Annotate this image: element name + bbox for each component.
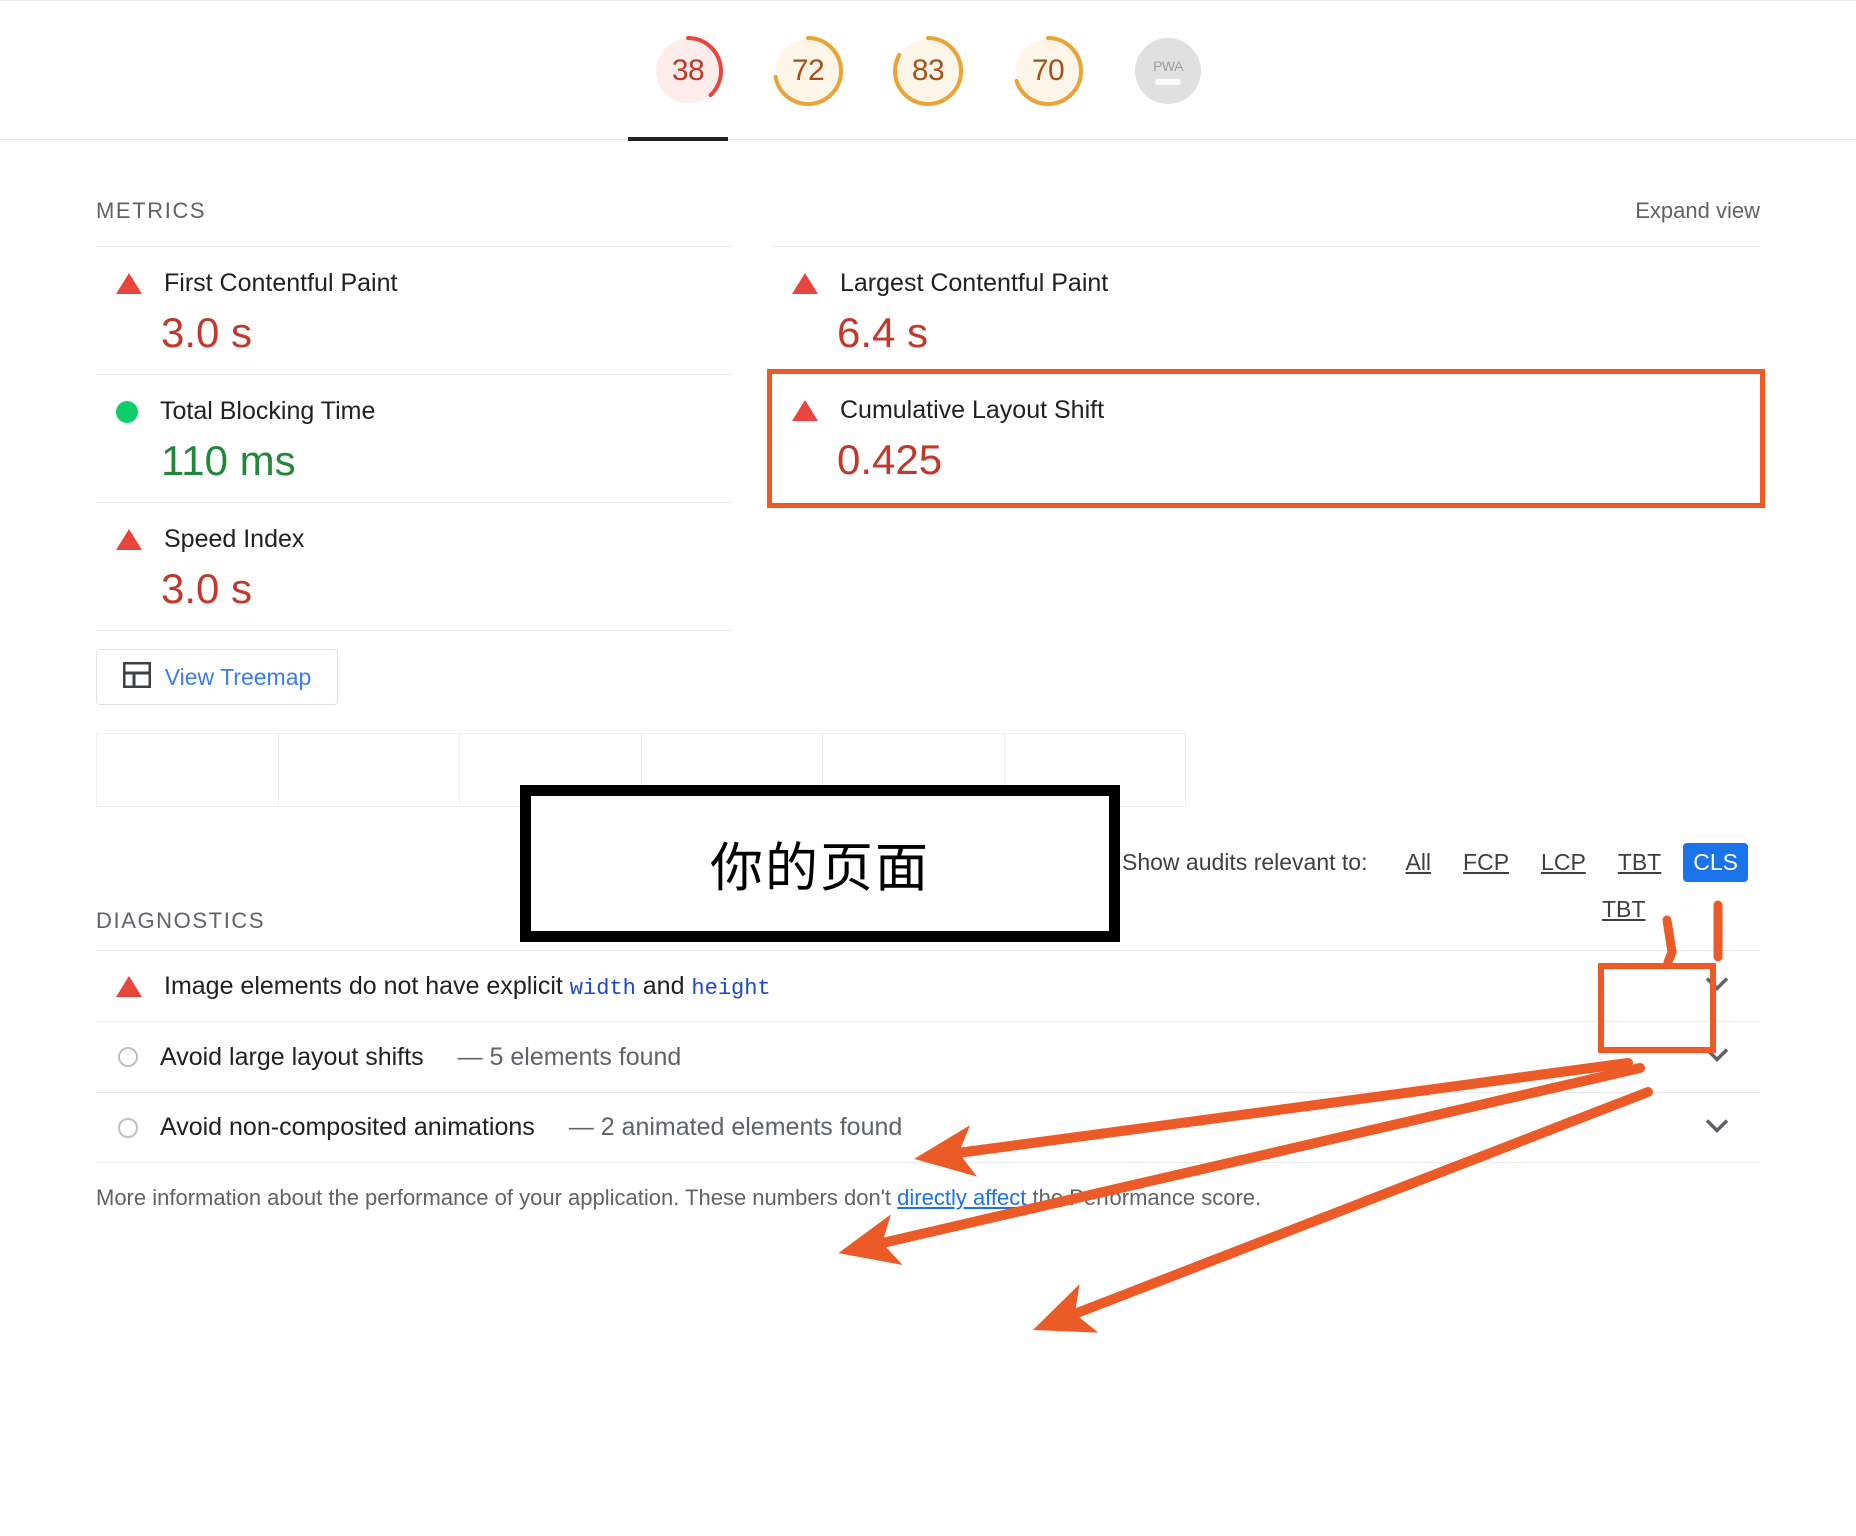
audit-title: Image elements do not have explicit widt… bbox=[164, 972, 771, 1001]
gauge-score-value: 72 bbox=[791, 54, 825, 87]
audit-filter-label: Show audits relevant to: bbox=[1122, 849, 1368, 875]
score-gauges-bar: 38 72 83 70 PWA bbox=[0, 0, 1856, 141]
gauge-ring-best-practices: 83 bbox=[890, 33, 966, 109]
diagnostics-footer-note: More information about the performance o… bbox=[96, 1185, 1760, 1211]
chevron-down-icon[interactable] bbox=[1704, 976, 1730, 997]
gauge-ring-performance: 38 bbox=[650, 33, 726, 109]
metric-label: Largest Contentful Paint bbox=[840, 269, 1109, 297]
footer-text-before: More information about the performance o… bbox=[96, 1185, 898, 1210]
metric-label: First Contentful Paint bbox=[164, 269, 398, 297]
status-neutral-circle-icon bbox=[118, 1047, 138, 1067]
report-body: METRICS Expand view First Contentful Pai… bbox=[0, 140, 1856, 1211]
metrics-grid: First Contentful Paint 3.0 s Total Block… bbox=[96, 246, 1765, 705]
gauge-score-value: 83 bbox=[911, 54, 945, 87]
gauge-ring-accessibility: 72 bbox=[770, 33, 846, 109]
metric-value: 3.0 s bbox=[161, 309, 253, 356]
chevron-down-icon[interactable] bbox=[1704, 1117, 1730, 1138]
metric-label: Speed Index bbox=[164, 525, 305, 553]
pwa-badge-icon: PWA bbox=[1135, 38, 1201, 104]
status-pass-circle-icon bbox=[116, 400, 138, 423]
chevron-down-icon[interactable] bbox=[1704, 1047, 1730, 1068]
audit-subtitle: — 2 animated elements found bbox=[568, 1113, 903, 1141]
directly-affect-link[interactable]: directly affect bbox=[897, 1185, 1026, 1210]
pwa-label: PWA bbox=[1153, 57, 1183, 74]
metric-value: 3.0 s bbox=[161, 565, 253, 612]
filter-chip-all[interactable]: All bbox=[1395, 845, 1441, 880]
metrics-column-right: Largest Contentful Paint 6.4 s Cumulativ… bbox=[767, 246, 1765, 705]
metric-label: Total Blocking Time bbox=[160, 397, 376, 425]
filmstrip-thumbnail bbox=[97, 734, 279, 806]
audit-title: Avoid large layout shifts bbox=[160, 1042, 424, 1071]
filmstrip-thumbnail bbox=[278, 734, 460, 806]
filmstrip-thumbnail bbox=[823, 734, 1005, 806]
audit-row-image-elements-explicit-size[interactable]: Image elements do not have explicit widt… bbox=[96, 950, 1760, 1021]
audit-code-width: width bbox=[569, 975, 636, 1001]
metric-label: Cumulative Layout Shift bbox=[840, 396, 1105, 424]
score-gauge-performance[interactable]: 38 bbox=[628, 33, 748, 141]
gauge-score-value: 70 bbox=[1031, 54, 1065, 87]
audit-title: Avoid non-composited animations bbox=[160, 1113, 535, 1141]
audit-code-height: height bbox=[691, 975, 771, 1001]
status-fail-triangle-icon bbox=[116, 975, 142, 997]
audit-row-avoid-large-layout-shifts[interactable]: Avoid large layout shifts — 5 elements f… bbox=[96, 1021, 1760, 1092]
metric-first-contentful-paint[interactable]: First Contentful Paint 3.0 s bbox=[96, 246, 732, 374]
filter-chip-fcp[interactable]: FCP bbox=[1453, 845, 1519, 880]
pwa-dash-icon bbox=[1155, 78, 1181, 85]
metrics-divider bbox=[96, 630, 732, 631]
score-gauge-best-practices[interactable]: 83 bbox=[868, 33, 988, 109]
audit-title-text: Image elements do not have explicit bbox=[164, 971, 570, 1000]
metric-cumulative-layout-shift[interactable]: Cumulative Layout Shift 0.425 bbox=[767, 369, 1765, 508]
filmstrip-thumbnail bbox=[641, 734, 823, 806]
metric-value: 0.425 bbox=[837, 436, 943, 483]
metric-speed-index[interactable]: Speed Index 3.0 s bbox=[96, 502, 732, 630]
score-gauge-pwa[interactable]: PWA bbox=[1108, 33, 1228, 104]
footer-text-after: the Performance score. bbox=[1026, 1185, 1262, 1210]
lighthouse-report-page: 38 72 83 70 PWA METRICS Expand view Firs… bbox=[0, 0, 1856, 1536]
score-gauge-seo[interactable]: 70 bbox=[988, 33, 1108, 109]
audit-filter-row: Show audits relevant to: All FCP LCP TBT… bbox=[96, 843, 1760, 882]
filter-chip-lcp[interactable]: LCP bbox=[1531, 845, 1596, 880]
metrics-section-title: METRICS bbox=[96, 198, 207, 223]
diagnostics-audit-list: Image elements do not have explicit widt… bbox=[96, 950, 1760, 1163]
metric-total-blocking-time[interactable]: Total Blocking Time 110 ms bbox=[96, 374, 732, 502]
status-neutral-circle-icon bbox=[118, 1117, 138, 1138]
expand-view-button[interactable]: Expand view bbox=[1635, 198, 1760, 224]
metrics-header: METRICS Expand view bbox=[96, 140, 1760, 224]
metric-value: 6.4 s bbox=[837, 309, 929, 356]
gauge-ring-seo: 70 bbox=[1010, 33, 1086, 109]
gauge-score-value: 38 bbox=[671, 54, 705, 87]
metrics-column-left: First Contentful Paint 3.0 s Total Block… bbox=[96, 246, 732, 705]
screenshot-filmstrip bbox=[96, 733, 1186, 807]
metric-largest-contentful-paint[interactable]: Largest Contentful Paint 6.4 s bbox=[772, 246, 1760, 374]
filmstrip-thumbnail bbox=[1004, 734, 1185, 806]
diagnostics-section-title: DIAGNOSTICS bbox=[96, 908, 266, 933]
view-treemap-label: View Treemap bbox=[164, 663, 312, 690]
status-fail-triangle-icon bbox=[116, 273, 142, 294]
status-fail-triangle-icon bbox=[792, 273, 818, 294]
view-treemap-button[interactable]: View Treemap bbox=[96, 649, 338, 705]
audit-title-mid: and bbox=[635, 971, 692, 1000]
audit-row-avoid-non-composited-animations[interactable]: Avoid non-composited animations — 2 anim… bbox=[96, 1092, 1760, 1163]
metric-value: 110 ms bbox=[161, 437, 296, 484]
status-fail-triangle-icon bbox=[792, 400, 818, 421]
filter-chip-tbt[interactable]: TBT bbox=[1608, 845, 1671, 880]
score-gauge-accessibility[interactable]: 72 bbox=[748, 33, 868, 109]
filmstrip-thumbnail bbox=[460, 734, 642, 806]
audit-subtitle: — 5 elements found bbox=[457, 1042, 682, 1071]
treemap-icon bbox=[122, 661, 152, 693]
status-fail-triangle-icon bbox=[116, 529, 142, 550]
filter-chip-cls[interactable]: CLS bbox=[1683, 843, 1748, 882]
